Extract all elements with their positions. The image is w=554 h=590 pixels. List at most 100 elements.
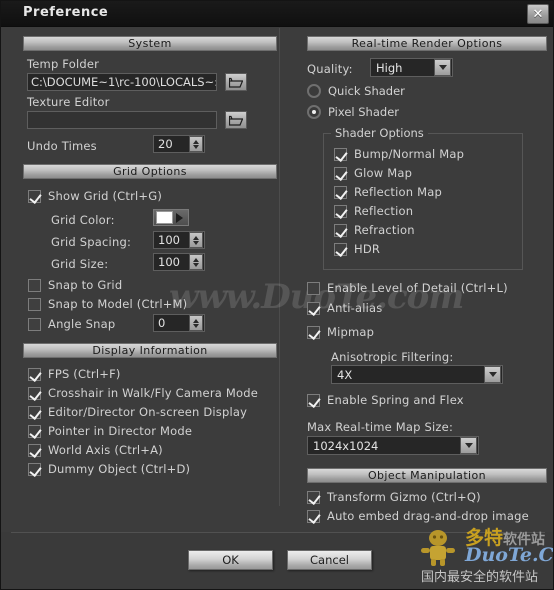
anisotropic-filtering-label: Anisotropic Filtering: <box>331 350 454 364</box>
cancel-button[interactable]: Cancel <box>287 550 372 570</box>
checkbox-mipmap-label: Mipmap <box>327 325 375 339</box>
checkbox-crosshair-label: Crosshair in Walk/Fly Camera Mode <box>48 386 258 400</box>
checkbox-transform-gizmo-label: Transform Gizmo (Ctrl+Q) <box>327 490 481 504</box>
checkbox-reflection-box[interactable] <box>334 204 347 218</box>
checkbox-enable-spring-flex-label: Enable Spring and Flex <box>327 393 464 407</box>
close-icon[interactable]: ✕ <box>527 4 549 24</box>
chevron-down-icon[interactable] <box>434 59 451 76</box>
checkbox-crosshair[interactable]: Crosshair in Walk/Fly Camera Mode <box>28 386 258 400</box>
checkbox-show-grid[interactable]: Show Grid (Ctrl+G) <box>28 189 162 203</box>
section-header-display-information-label: Display Information <box>92 344 208 357</box>
grid-size-spin-arrows[interactable] <box>189 254 203 270</box>
radio-pixel-shader[interactable]: Pixel Shader <box>307 105 399 119</box>
section-header-display-information: Display Information <box>23 343 277 358</box>
section-header-system: System <box>23 36 277 51</box>
undo-times-value: 20 <box>158 137 173 151</box>
section-header-object-manipulation-label: Object Manipulation <box>367 469 486 482</box>
checkbox-enable-lod-box[interactable] <box>307 281 320 295</box>
checkbox-angle-snap[interactable]: Angle Snap <box>28 317 115 331</box>
checkbox-show-grid-label: Show Grid (Ctrl+G) <box>48 189 163 203</box>
checkbox-anti-alias[interactable]: Anti-alias <box>307 301 383 315</box>
checkbox-auto-embed-image[interactable]: Auto embed drag-and-drop image <box>307 509 529 523</box>
grid-color-picker[interactable] <box>153 209 189 226</box>
checkbox-angle-snap-box[interactable] <box>28 317 41 331</box>
checkbox-dummy-object-box[interactable] <box>28 462 41 476</box>
checkbox-glow-map-box[interactable] <box>334 166 347 180</box>
checkbox-fps-box[interactable] <box>28 367 41 381</box>
checkbox-onscreen-display-box[interactable] <box>28 405 41 419</box>
anisotropic-filtering-select[interactable]: 4X <box>331 365 503 384</box>
checkbox-reflection-map[interactable]: Reflection Map <box>334 185 442 199</box>
checkbox-fps-label: FPS (Ctrl+F) <box>48 367 121 381</box>
checkbox-world-axis[interactable]: World Axis (Ctrl+A) <box>28 443 163 457</box>
checkbox-show-grid-box[interactable] <box>28 189 41 203</box>
checkbox-fps[interactable]: FPS (Ctrl+F) <box>28 367 121 381</box>
texture-editor-input[interactable] <box>27 111 217 129</box>
checkbox-mipmap[interactable]: Mipmap <box>307 325 374 339</box>
checkbox-pointer-director-box[interactable] <box>28 424 41 438</box>
checkbox-enable-lod[interactable]: Enable Level of Detail (Ctrl+L) <box>307 281 508 295</box>
checkbox-angle-snap-label: Angle Snap <box>48 317 116 331</box>
undo-times-label: Undo Times <box>27 139 97 153</box>
checkbox-hdr[interactable]: HDR <box>334 242 380 256</box>
grid-size-stepper[interactable]: 100 <box>153 253 205 271</box>
window-title: Preference <box>23 5 109 20</box>
section-header-realtime-render-options-label: Real-time Render Options <box>351 37 503 50</box>
checkbox-enable-lod-label: Enable Level of Detail (Ctrl+L) <box>327 281 508 295</box>
undo-times-spin-arrows[interactable] <box>189 136 203 152</box>
radio-quick-shader[interactable]: Quick Shader <box>307 84 405 98</box>
checkbox-snap-to-grid-box[interactable] <box>28 278 41 292</box>
checkbox-auto-embed-image-box[interactable] <box>307 509 320 523</box>
texture-editor-label: Texture Editor <box>27 95 110 109</box>
checkbox-crosshair-box[interactable] <box>28 386 41 400</box>
checkbox-world-axis-label: World Axis (Ctrl+A) <box>48 443 163 457</box>
chevron-down-icon[interactable] <box>460 437 477 454</box>
checkbox-glow-map[interactable]: Glow Map <box>334 166 412 180</box>
grid-spacing-label: Grid Spacing: <box>51 235 132 249</box>
checkbox-bump-normal-map-box[interactable] <box>334 147 347 161</box>
section-header-grid-options: Grid Options <box>23 164 277 179</box>
checkbox-pointer-director[interactable]: Pointer in Director Mode <box>28 424 192 438</box>
checkbox-reflection[interactable]: Reflection <box>334 204 413 218</box>
checkbox-anti-alias-box[interactable] <box>307 301 320 315</box>
checkbox-transform-gizmo[interactable]: Transform Gizmo (Ctrl+Q) <box>307 490 481 504</box>
ok-button[interactable]: OK <box>188 550 273 570</box>
checkbox-bump-normal-map[interactable]: Bump/Normal Map <box>334 147 464 161</box>
checkbox-snap-to-model[interactable]: Snap to Model (Ctrl+M) <box>28 297 187 311</box>
temp-folder-input[interactable]: C:\DOCUME~1\rc-100\LOCALS~: <box>27 73 217 91</box>
undo-times-stepper[interactable]: 20 <box>153 135 205 153</box>
checkbox-world-axis-box[interactable] <box>28 443 41 457</box>
preference-dialog: Preference ✕ www.DuoTe.com System Temp F… <box>0 0 554 590</box>
max-map-size-select[interactable]: 1024x1024 <box>307 436 479 455</box>
checkbox-enable-spring-flex[interactable]: Enable Spring and Flex <box>307 393 464 407</box>
checkbox-enable-spring-flex-box[interactable] <box>307 393 320 407</box>
grid-color-swatch <box>156 211 173 224</box>
temp-folder-browse-button[interactable] <box>225 73 247 91</box>
chevron-down-icon[interactable] <box>484 366 501 383</box>
checkbox-reflection-map-box[interactable] <box>334 185 347 199</box>
angle-snap-stepper[interactable]: 0 <box>153 314 205 332</box>
folder-icon <box>229 115 243 126</box>
max-map-size-label: Max Real-time Map Size: <box>307 420 454 434</box>
grid-spacing-spin-arrows[interactable] <box>189 232 203 248</box>
grid-spacing-stepper[interactable]: 100 <box>153 231 205 249</box>
checkbox-onscreen-display[interactable]: Editor/Director On-screen Display <box>28 405 247 419</box>
quality-label: Quality: <box>307 62 353 76</box>
checkbox-snap-to-model-box[interactable] <box>28 297 41 311</box>
quality-select[interactable]: High <box>370 58 453 77</box>
checkbox-hdr-box[interactable] <box>334 242 347 256</box>
checkbox-dummy-object[interactable]: Dummy Object (Ctrl+D) <box>28 462 190 476</box>
radio-pixel-shader-dot[interactable] <box>307 105 321 119</box>
checkbox-snap-to-grid[interactable]: Snap to Grid <box>28 278 122 292</box>
checkbox-refraction-box[interactable] <box>334 223 347 237</box>
angle-snap-spin-arrows[interactable] <box>189 315 203 331</box>
checkbox-transform-gizmo-box[interactable] <box>307 490 320 504</box>
anisotropic-filtering-value: 4X <box>337 367 353 382</box>
radio-quick-shader-dot[interactable] <box>307 84 321 98</box>
grid-color-label: Grid Color: <box>51 213 115 227</box>
checkbox-refraction[interactable]: Refraction <box>334 223 415 237</box>
checkbox-mipmap-box[interactable] <box>307 325 320 339</box>
texture-editor-browse-button[interactable] <box>225 111 247 129</box>
shader-options-title: Shader Options <box>331 126 428 140</box>
radio-quick-shader-label: Quick Shader <box>328 84 405 98</box>
